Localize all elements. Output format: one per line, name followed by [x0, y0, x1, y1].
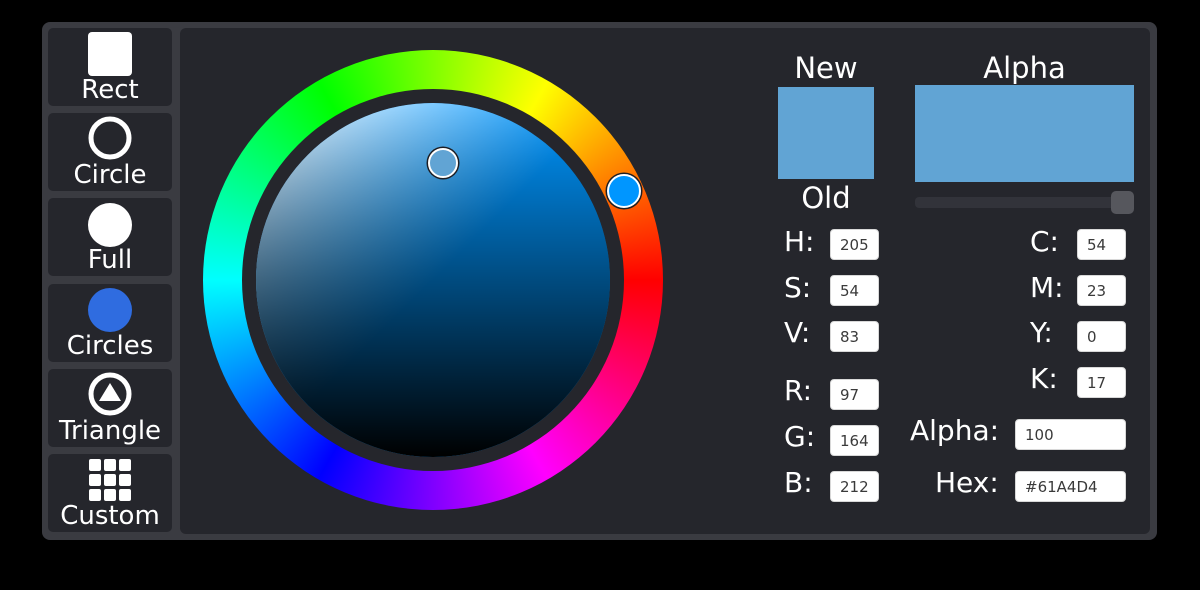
triangle-in-circle-icon	[88, 372, 132, 416]
old-color-label: Old	[801, 181, 851, 215]
hue-input[interactable]	[830, 229, 879, 260]
shape-button-full[interactable]: Full	[48, 198, 172, 276]
yellow-label: Y:	[1030, 316, 1053, 349]
shape-button-circles[interactable]: Circles	[48, 284, 172, 362]
green-input[interactable]	[830, 425, 879, 456]
blue-label: B:	[784, 466, 813, 499]
cyan-label: C:	[1030, 225, 1059, 258]
shape-label-circles: Circles	[66, 331, 154, 361]
shape-button-rect[interactable]: Rect	[48, 28, 172, 106]
key-black-label: K:	[1030, 362, 1058, 395]
shape-label-full: Full	[87, 245, 133, 275]
red-input[interactable]	[830, 379, 879, 410]
cyan-input[interactable]	[1077, 229, 1126, 260]
new-color-swatch	[778, 87, 874, 179]
filled-circle-icon	[88, 203, 132, 247]
shape-label-rect: Rect	[81, 75, 139, 105]
key-black-input[interactable]	[1077, 367, 1126, 398]
hue-handle[interactable]	[607, 174, 641, 208]
shape-label-circle: Circle	[73, 160, 147, 190]
hex-input[interactable]	[1015, 471, 1126, 502]
red-label: R:	[784, 374, 813, 407]
alpha-slider-track[interactable]	[915, 197, 1134, 208]
shape-button-circle[interactable]: Circle	[48, 113, 172, 191]
green-label: G:	[784, 420, 816, 453]
shape-label-custom: Custom	[60, 501, 160, 531]
magenta-label: M:	[1030, 271, 1064, 304]
saturation-input[interactable]	[830, 275, 879, 306]
ring-icon	[88, 116, 132, 160]
alpha-preview-swatch	[915, 85, 1134, 182]
shape-button-custom[interactable]: Custom	[48, 454, 172, 532]
alpha-field-label: Alpha:	[910, 414, 1000, 447]
hex-label: Hex:	[935, 466, 999, 499]
square-icon	[88, 32, 132, 76]
hue-label: H:	[784, 225, 815, 258]
alpha-preview-label: Alpha	[983, 51, 1066, 85]
alpha-slider-handle[interactable]	[1111, 191, 1134, 214]
shape-button-triangle[interactable]: Triangle	[48, 369, 172, 447]
grid-icon	[89, 459, 131, 501]
value-label: V:	[784, 316, 811, 349]
sv-handle[interactable]	[428, 148, 458, 178]
yellow-input[interactable]	[1077, 321, 1126, 352]
blue-circle-icon	[88, 288, 132, 332]
new-color-label: New	[794, 51, 858, 85]
value-input[interactable]	[830, 321, 879, 352]
blue-input[interactable]	[830, 471, 879, 502]
shape-label-triangle: Triangle	[58, 416, 162, 446]
magenta-input[interactable]	[1077, 275, 1126, 306]
alpha-input[interactable]	[1015, 419, 1126, 450]
saturation-label: S:	[784, 271, 812, 304]
